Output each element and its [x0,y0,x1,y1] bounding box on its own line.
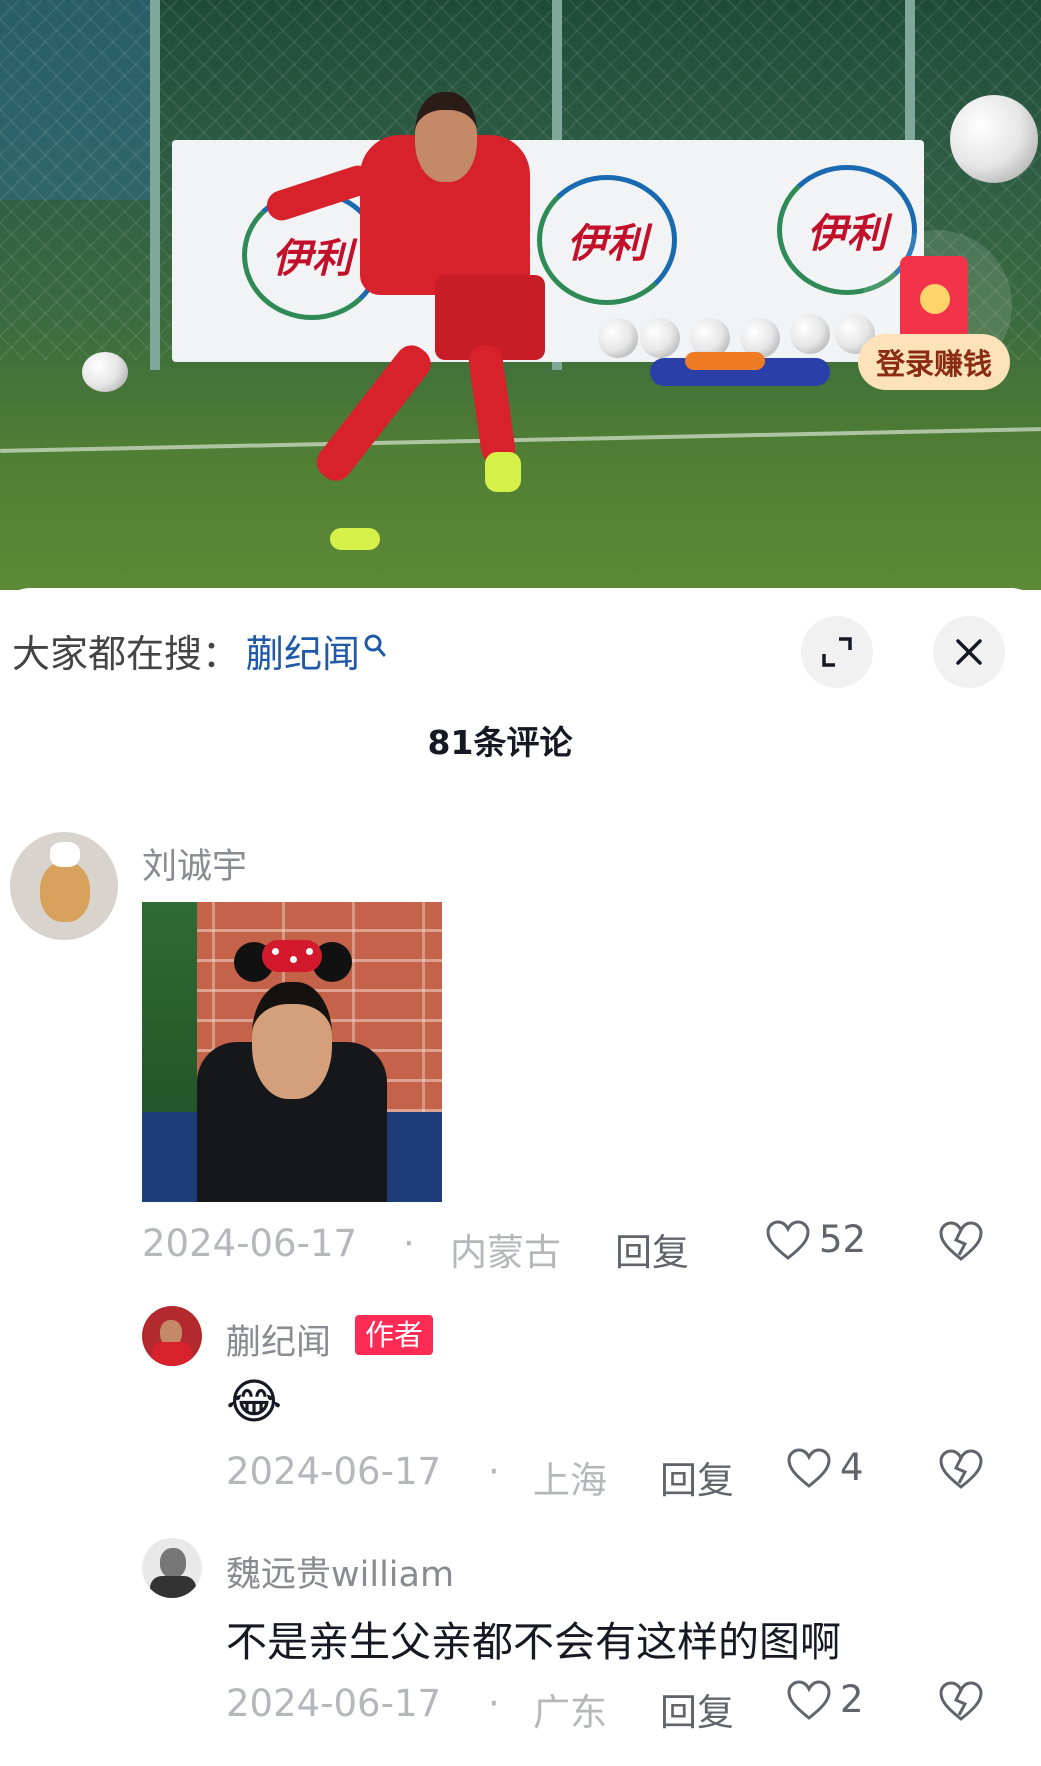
fence-post [150,0,160,370]
expand-button[interactable] [801,616,873,688]
comment-author[interactable]: 刘诚宇 [142,838,247,889]
like-count: 52 [819,1218,867,1261]
avatar[interactable] [10,832,118,940]
like-count: 4 [840,1446,864,1489]
player-boot [330,528,380,550]
heart-icon [787,1679,831,1720]
comment-date: 2024-06-17 [142,1222,358,1265]
comment-emoji: 😂 [226,1374,283,1430]
like-button[interactable]: 2 [786,1678,864,1721]
comment-date: 2024-06-17 [226,1682,442,1725]
football [82,352,128,392]
training-bibs [685,352,765,370]
search-icon [364,625,386,657]
video-player[interactable]: 伊利 伊利 伊利 登录赚钱 [0,0,1041,590]
like-button[interactable]: 4 [786,1446,864,1489]
football [598,318,638,358]
meta-separator: · [403,1222,415,1265]
like-count: 2 [840,1678,864,1721]
comment-count: 81条评论 [427,723,573,762]
meta-separator: · [488,1682,500,1725]
search-prefix: 大家都在搜： [12,631,241,676]
red-packet-icon[interactable] [900,256,968,342]
player-head [415,92,477,182]
dislike-button[interactable] [938,1448,984,1494]
football [790,314,830,354]
dislike-button[interactable] [938,1680,984,1726]
close-button[interactable] [933,616,1005,688]
reply-button[interactable]: 回复 [660,1682,734,1736]
heart-icon [787,1447,831,1488]
comment-location: 广东 [533,1691,607,1734]
trending-search[interactable]: 大家都在搜： 蒯纪闻 [12,620,386,680]
avatar[interactable] [142,1306,202,1366]
close-icon [956,639,982,665]
avatar[interactable] [142,1538,202,1598]
comment-location: 内蒙古 [450,1231,561,1274]
dislike-icon [939,1221,983,1261]
reply-button[interactable]: 回复 [615,1222,689,1276]
dislike-button[interactable] [938,1220,984,1266]
comment-author[interactable]: 蒯纪闻 [226,1314,331,1365]
comment-image[interactable] [142,902,442,1202]
comment-location: 上海 [533,1459,607,1502]
author-badge: 作者 [355,1315,434,1355]
football [950,95,1038,183]
heart-icon [766,1219,810,1260]
dislike-icon [939,1449,983,1489]
player-boot [485,452,521,492]
like-button[interactable]: 52 [765,1218,866,1261]
comment-text: 不是亲生父亲都不会有这样的图啊 [226,1618,841,1666]
brand-logo: 伊利 [537,175,677,305]
comment-date: 2024-06-17 [226,1450,442,1493]
dislike-icon [939,1681,983,1721]
pitch-line [0,427,1041,453]
football [640,318,680,358]
search-keyword[interactable]: 蒯纪闻 [246,623,360,678]
expand-icon [822,637,852,667]
reply-button[interactable]: 回复 [660,1450,734,1504]
meta-separator: · [488,1450,500,1493]
login-earn-button[interactable]: 登录赚钱 [858,334,1010,390]
comment-author[interactable]: 魏远贵william [226,1546,454,1597]
